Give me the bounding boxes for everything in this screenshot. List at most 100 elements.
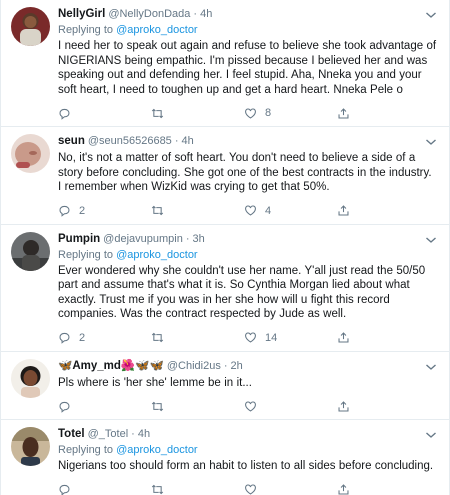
retweet-icon [151,332,164,343]
tweet-text: Nigerians too should form an habit to li… [58,460,434,472]
retweet-button[interactable] [151,483,244,495]
tweet-text: No, it's not a matter of soft heart. You… [58,152,432,193]
share-icon [338,107,349,118]
retweet-button[interactable] [151,107,244,120]
tweet-actions: 8 [58,106,437,120]
chevron-down-icon[interactable] [425,10,437,20]
tweet-content: NellyGirl @NellyDonDada · 4h Replying to… [58,7,437,120]
tweet-actions: 2 14 [58,331,437,345]
avatar[interactable] [11,134,50,173]
tweet-content: Pumpin @dejavupumpin · 3h Replying to @a… [58,232,437,345]
separator-dot: · [223,359,228,372]
timestamp[interactable]: 4h [138,427,150,442]
reply-icon [59,484,70,495]
retweet-icon [151,484,164,495]
tweet[interactable]: Totel @_Totel · 4h Replying to @aproko_d… [1,420,449,495]
avatar[interactable] [11,358,50,398]
user-handle[interactable]: @dejavupumpin [103,232,183,247]
avatar[interactable] [11,427,50,466]
share-button[interactable] [337,107,430,120]
retweet-button[interactable] [151,400,244,413]
share-icon [338,205,349,216]
tweet-actions [58,399,437,413]
like-button[interactable]: 14 [244,331,337,344]
display-name[interactable]: 🦋Amy_md🌺🦋🦋 [58,359,164,374]
share-button[interactable] [337,483,430,495]
display-name[interactable]: NellyGirl [58,7,105,22]
share-button[interactable] [337,400,430,413]
reply-button[interactable] [58,400,151,413]
user-handle[interactable]: @NellyDonDada [108,7,190,22]
reply-count: 2 [79,331,86,344]
timestamp[interactable]: 3h [193,232,205,247]
like-button[interactable]: 4 [244,204,337,217]
timestamp[interactable]: 4h [181,134,193,149]
timestamp[interactable]: 2h [231,359,243,374]
reply-count: 2 [79,204,86,217]
replying-to: Replying to @aproko_doctor [58,248,437,262]
like-button[interactable]: 8 [244,107,337,120]
replying-to: Replying to @aproko_doctor [58,23,437,37]
like-button[interactable] [244,400,337,413]
reply-icon [59,108,70,120]
reply-button[interactable] [58,483,151,495]
share-button[interactable] [337,204,430,217]
tweet-actions [58,483,437,495]
share-icon [338,332,349,343]
heart-icon [245,332,256,343]
tweet[interactable]: NellyGirl @NellyDonDada · 4h Replying to… [1,0,449,127]
tweet-header: seun @seun56526685 · 4h [58,134,437,149]
tweet[interactable]: seun @seun56526685 · 4h No, it's not a m… [1,127,449,225]
reply-button[interactable]: 2 [58,204,151,217]
replying-prefix: Replying to [58,248,114,261]
heart-icon [245,401,256,412]
avatar[interactable] [11,7,50,46]
user-handle[interactable]: @_Totel [88,427,129,442]
heart-icon [245,205,256,216]
tweet-header: Pumpin @dejavupumpin · 3h [58,232,437,247]
retweet-icon [151,108,164,118]
tweet-header: 🦋Amy_md🌺🦋🦋 @Chidi2us · 2h [58,359,437,374]
tweet[interactable]: 🦋Amy_md🌺🦋🦋 @Chidi2us · 2h Pls where is '… [1,352,449,420]
tweet-header: NellyGirl @NellyDonDada · 4h [58,7,437,22]
retweet-icon [151,205,164,216]
reply-icon [59,401,70,413]
tweet-content: 🦋Amy_md🌺🦋🦋 @Chidi2us · 2h Pls where is '… [58,359,437,414]
retweet-button[interactable] [151,331,244,344]
timestamp[interactable]: 4h [200,7,212,22]
chevron-down-icon[interactable] [425,362,437,372]
chevron-down-icon[interactable] [425,235,437,245]
separator-dot: · [193,8,198,20]
share-icon [338,400,349,411]
share-icon [338,484,349,495]
reply-thread: NellyGirl @NellyDonDada · 4h Replying to… [0,0,450,495]
retweet-icon [151,401,164,411]
tweet-text: Pls where is 'her she' lemme be in it... [58,376,252,389]
reply-button[interactable]: 2 [58,331,151,344]
mention-link[interactable]: @aproko_doctor [116,249,198,261]
like-button[interactable] [244,483,337,495]
display-name[interactable]: Totel [58,427,85,442]
tweet[interactable]: Pumpin @dejavupumpin · 3h Replying to @a… [1,225,449,352]
replying-prefix: Replying to [58,444,114,456]
like-count: 14 [265,331,278,344]
chevron-down-icon[interactable] [425,430,437,440]
share-button[interactable] [337,331,430,344]
chevron-down-icon[interactable] [425,137,437,147]
tweet-header: Totel @_Totel · 4h [58,427,437,442]
retweet-button[interactable] [151,204,244,217]
user-handle[interactable]: @Chidi2us [167,359,221,374]
tweet-content: seun @seun56526685 · 4h No, it's not a m… [58,134,437,218]
mention-link[interactable]: @aproko_doctor [116,444,198,456]
reply-button[interactable] [58,107,151,120]
user-handle[interactable]: @seun56526685 [88,134,172,149]
tweet-content: Totel @_Totel · 4h Replying to @aproko_d… [58,427,437,495]
replying-prefix: Replying to [58,24,114,36]
display-name[interactable]: seun [58,134,85,149]
like-count: 8 [265,107,272,119]
separator-dot: · [131,428,135,440]
mention-link[interactable]: @aproko_doctor [116,24,198,36]
avatar[interactable] [11,231,50,271]
reply-icon [59,332,70,344]
display-name[interactable]: Pumpin [58,232,100,247]
